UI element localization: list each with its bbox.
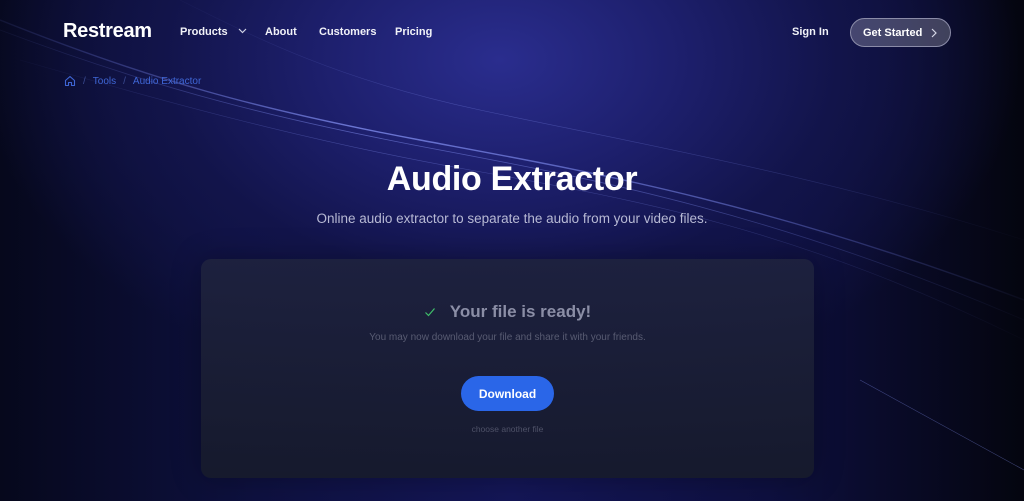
nav-pricing[interactable]: Pricing (395, 26, 432, 38)
breadcrumb: / Tools / Audio Extractor (64, 75, 201, 87)
file-ready-card: Your file is ready! You may now download… (201, 259, 814, 478)
ready-title: Your file is ready! (449, 302, 592, 321)
ready-status-row: Your file is ready! (201, 302, 814, 322)
page-title: Audio Extractor (386, 160, 638, 198)
chevron-right-icon (931, 28, 937, 38)
page-subtitle: Online audio extractor to separate the a… (316, 211, 708, 226)
breadcrumb-separator: / (83, 75, 86, 87)
get-started-label: Get Started (863, 26, 923, 39)
home-icon[interactable] (64, 75, 76, 87)
nav-products-label: Products (180, 26, 228, 38)
check-icon (424, 308, 435, 317)
breadcrumb-separator: / (123, 75, 126, 87)
choose-another-file-link[interactable]: choose another file (201, 424, 814, 434)
sign-in-link[interactable]: Sign In (792, 26, 829, 38)
restream-logo[interactable]: Restream (63, 20, 152, 43)
nav-products[interactable]: Products (180, 26, 247, 38)
get-started-button[interactable]: Get Started (850, 18, 951, 47)
nav-about[interactable]: About (265, 26, 297, 38)
breadcrumb-tools[interactable]: Tools (93, 76, 116, 87)
chevron-down-icon (238, 28, 247, 34)
top-navigation: Restream Products About Customers Pricin… (0, 0, 1024, 66)
breadcrumb-audio-extractor[interactable]: Audio Extractor (133, 76, 201, 87)
ready-subtitle: You may now download your file and share… (369, 332, 646, 343)
nav-customers[interactable]: Customers (319, 26, 376, 38)
download-button[interactable]: Download (461, 376, 554, 411)
